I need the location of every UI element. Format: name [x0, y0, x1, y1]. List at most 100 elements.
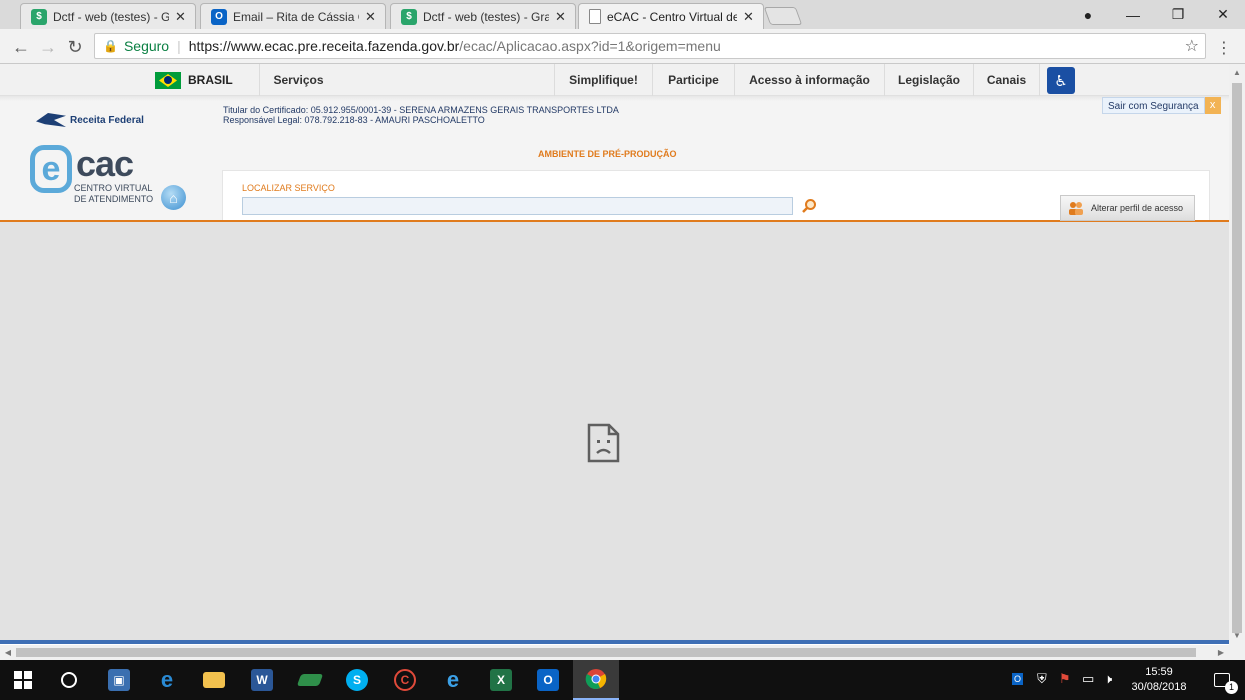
scroll-down-arrow-icon[interactable]: ▼ — [1229, 631, 1245, 640]
address-bar[interactable]: 🔒 Seguro | https://www.ecac.pre.receita.… — [94, 33, 1206, 59]
tab-dctf-2[interactable]: $ Dctf - web (testes) - Gran ✕ — [390, 3, 576, 29]
home-icon[interactable]: ⌂ — [161, 185, 186, 210]
c-app-icon: C — [394, 669, 416, 691]
taskbar-green-app[interactable] — [287, 660, 333, 700]
certificate-info: Titular do Certificado: 05.912.955/0001-… — [223, 105, 619, 125]
close-tab-icon[interactable]: ✕ — [743, 9, 755, 25]
taskbar-word[interactable]: W — [239, 660, 285, 700]
sad-page-icon — [587, 423, 620, 463]
change-profile-label: Alterar perfil de acesso — [1091, 203, 1184, 213]
taskbar-clock[interactable]: 15:59 30/08/2018 — [1128, 665, 1190, 695]
tab-title: eCAC - Centro Virtual de — [607, 9, 737, 24]
action-center-button[interactable]: 1 — [1199, 660, 1245, 700]
tray-outlook-icon[interactable]: O — [1012, 673, 1024, 685]
logout-button[interactable]: Sair com Segurança — [1102, 96, 1205, 114]
forward-arrow-icon[interactable]: → — [36, 35, 60, 59]
chrome-menu-icon[interactable]: ⋮ — [1216, 38, 1232, 58]
taskbar-edge[interactable]: e — [144, 660, 190, 700]
tray-volume-icon[interactable]: 🕨 — [1104, 671, 1112, 687]
new-tab-button[interactable] — [763, 7, 803, 25]
ecac-header: Receita Federal e cac CENTRO VIRTUAL DE … — [0, 96, 1229, 222]
tray-flag-icon[interactable]: ⚑ — [1059, 671, 1071, 687]
close-tab-icon[interactable]: ✕ — [365, 9, 377, 25]
restore-button[interactable]: ❐ — [1158, 0, 1198, 29]
outlook-favicon-icon: O — [211, 8, 227, 25]
dctf-favicon-icon: $ — [401, 8, 417, 25]
windows-taskbar: ▣ e W S C e X O O ⛨ ⚑ ▭ 🕨 15:59 30/08/20… — [0, 660, 1245, 700]
folder-icon — [203, 672, 225, 688]
accessibility-icon[interactable]: ♿ — [1047, 67, 1075, 94]
clock-time: 15:59 — [1145, 666, 1173, 678]
taskbar-outlook[interactable]: O — [525, 660, 571, 700]
lock-icon: 🔒 — [103, 39, 118, 53]
remote-desktop-icon: ▣ — [108, 669, 130, 691]
separator: | — [177, 38, 181, 54]
logout-close-icon[interactable]: x — [1204, 96, 1221, 114]
reload-icon[interactable]: ↻ — [63, 35, 87, 59]
vertical-scrollbar[interactable]: ▲ ▼ — [1229, 64, 1245, 645]
taskbar-skype[interactable]: S — [334, 660, 380, 700]
edge-icon: e — [160, 667, 174, 692]
search-icon[interactable] — [801, 198, 817, 214]
receita-logo-text: Receita Federal — [70, 114, 144, 126]
taskbar-c-app[interactable]: C — [382, 660, 428, 700]
close-tab-icon[interactable]: ✕ — [555, 9, 567, 25]
clock-date: 30/08/2018 — [1131, 681, 1187, 693]
gov-participe-link[interactable]: Participe — [652, 64, 734, 96]
tab-ecac[interactable]: eCAC - Centro Virtual de ✕ — [578, 3, 764, 29]
tab-dctf-1[interactable]: $ Dctf - web (testes) - Gran ✕ — [20, 3, 196, 29]
receita-federal-logo[interactable]: Receita Federal — [36, 113, 144, 127]
tab-title: Dctf - web (testes) - Gran — [53, 9, 169, 24]
taskbar-remote-desktop[interactable]: ▣ — [96, 660, 142, 700]
horizontal-scroll-thumb[interactable] — [16, 648, 1196, 657]
header-band — [0, 96, 1229, 101]
close-tab-icon[interactable]: ✕ — [175, 9, 187, 25]
ecac-logo-e: e — [30, 145, 72, 193]
logout-control[interactable]: Sair com Segurança x — [1102, 96, 1229, 114]
scroll-right-arrow-icon[interactable]: ▶ — [1213, 645, 1229, 660]
main-content-frame — [0, 222, 1229, 640]
outlook-icon: O — [537, 669, 559, 691]
taskbar-file-explorer[interactable] — [191, 660, 237, 700]
bookmark-star-icon[interactable]: ☆ — [1185, 36, 1199, 56]
ecac-logo-subtitle: CENTRO VIRTUAL DE ATENDIMENTO — [74, 183, 154, 205]
windows-logo-icon — [14, 671, 32, 689]
service-search-input[interactable] — [242, 197, 793, 215]
profile-icon[interactable]: ● — [1068, 0, 1108, 29]
close-window-button[interactable]: ✕ — [1203, 0, 1243, 29]
green-app-icon — [296, 674, 324, 686]
minimize-button[interactable]: — — [1113, 0, 1153, 29]
page-favicon-icon — [589, 9, 601, 24]
change-profile-button[interactable]: Alterar perfil de acesso — [1060, 195, 1195, 221]
skype-icon: S — [346, 669, 368, 691]
cortana-button[interactable] — [46, 660, 92, 700]
vertical-scroll-thumb[interactable] — [1232, 83, 1242, 633]
browser-toolbar: ← → ↻ 🔒 Seguro | https://www.ecac.pre.re… — [0, 29, 1245, 64]
service-search-panel: LOCALIZAR SERVIÇO Alterar perfil de aces… — [222, 170, 1210, 221]
dctf-favicon-icon: $ — [31, 8, 47, 25]
taskbar-chrome[interactable] — [573, 660, 619, 700]
users-icon — [1067, 200, 1085, 216]
gov-bar: BRASIL Serviços Simplifique! Participe A… — [0, 64, 1245, 96]
tray-network-icon[interactable]: ▭ — [1082, 671, 1094, 687]
start-button[interactable] — [0, 660, 46, 700]
scroll-left-arrow-icon[interactable]: ◀ — [0, 645, 16, 660]
gov-brasil-link[interactable]: BRASIL — [188, 64, 233, 96]
gov-acesso-informacao-link[interactable]: Acesso à informação — [734, 64, 884, 96]
word-icon: W — [251, 669, 273, 691]
excel-icon: X — [490, 669, 512, 691]
legal-representative: Responsável Legal: 078.792.218-83 - AMAU… — [223, 115, 485, 125]
gov-canais-link[interactable]: Canais — [973, 64, 1040, 96]
internet-explorer-icon: e — [446, 667, 460, 692]
tray-security-icon[interactable]: ⛨ — [1037, 671, 1047, 687]
taskbar-internet-explorer[interactable]: e — [430, 660, 476, 700]
gov-simplifique-link[interactable]: Simplifique! — [554, 64, 652, 96]
horizontal-scrollbar[interactable]: ◀ ▶ — [0, 645, 1229, 660]
tab-email[interactable]: O Email – Rita de Cássia Cal ✕ — [200, 3, 386, 29]
gov-servicos-link[interactable]: Serviços — [259, 64, 337, 96]
back-arrow-icon[interactable]: ← — [9, 35, 33, 59]
gov-legislacao-link[interactable]: Legislação — [884, 64, 973, 96]
brazil-flag-icon[interactable] — [155, 72, 181, 89]
scroll-up-arrow-icon[interactable]: ▲ — [1229, 68, 1245, 77]
taskbar-excel[interactable]: X — [478, 660, 524, 700]
